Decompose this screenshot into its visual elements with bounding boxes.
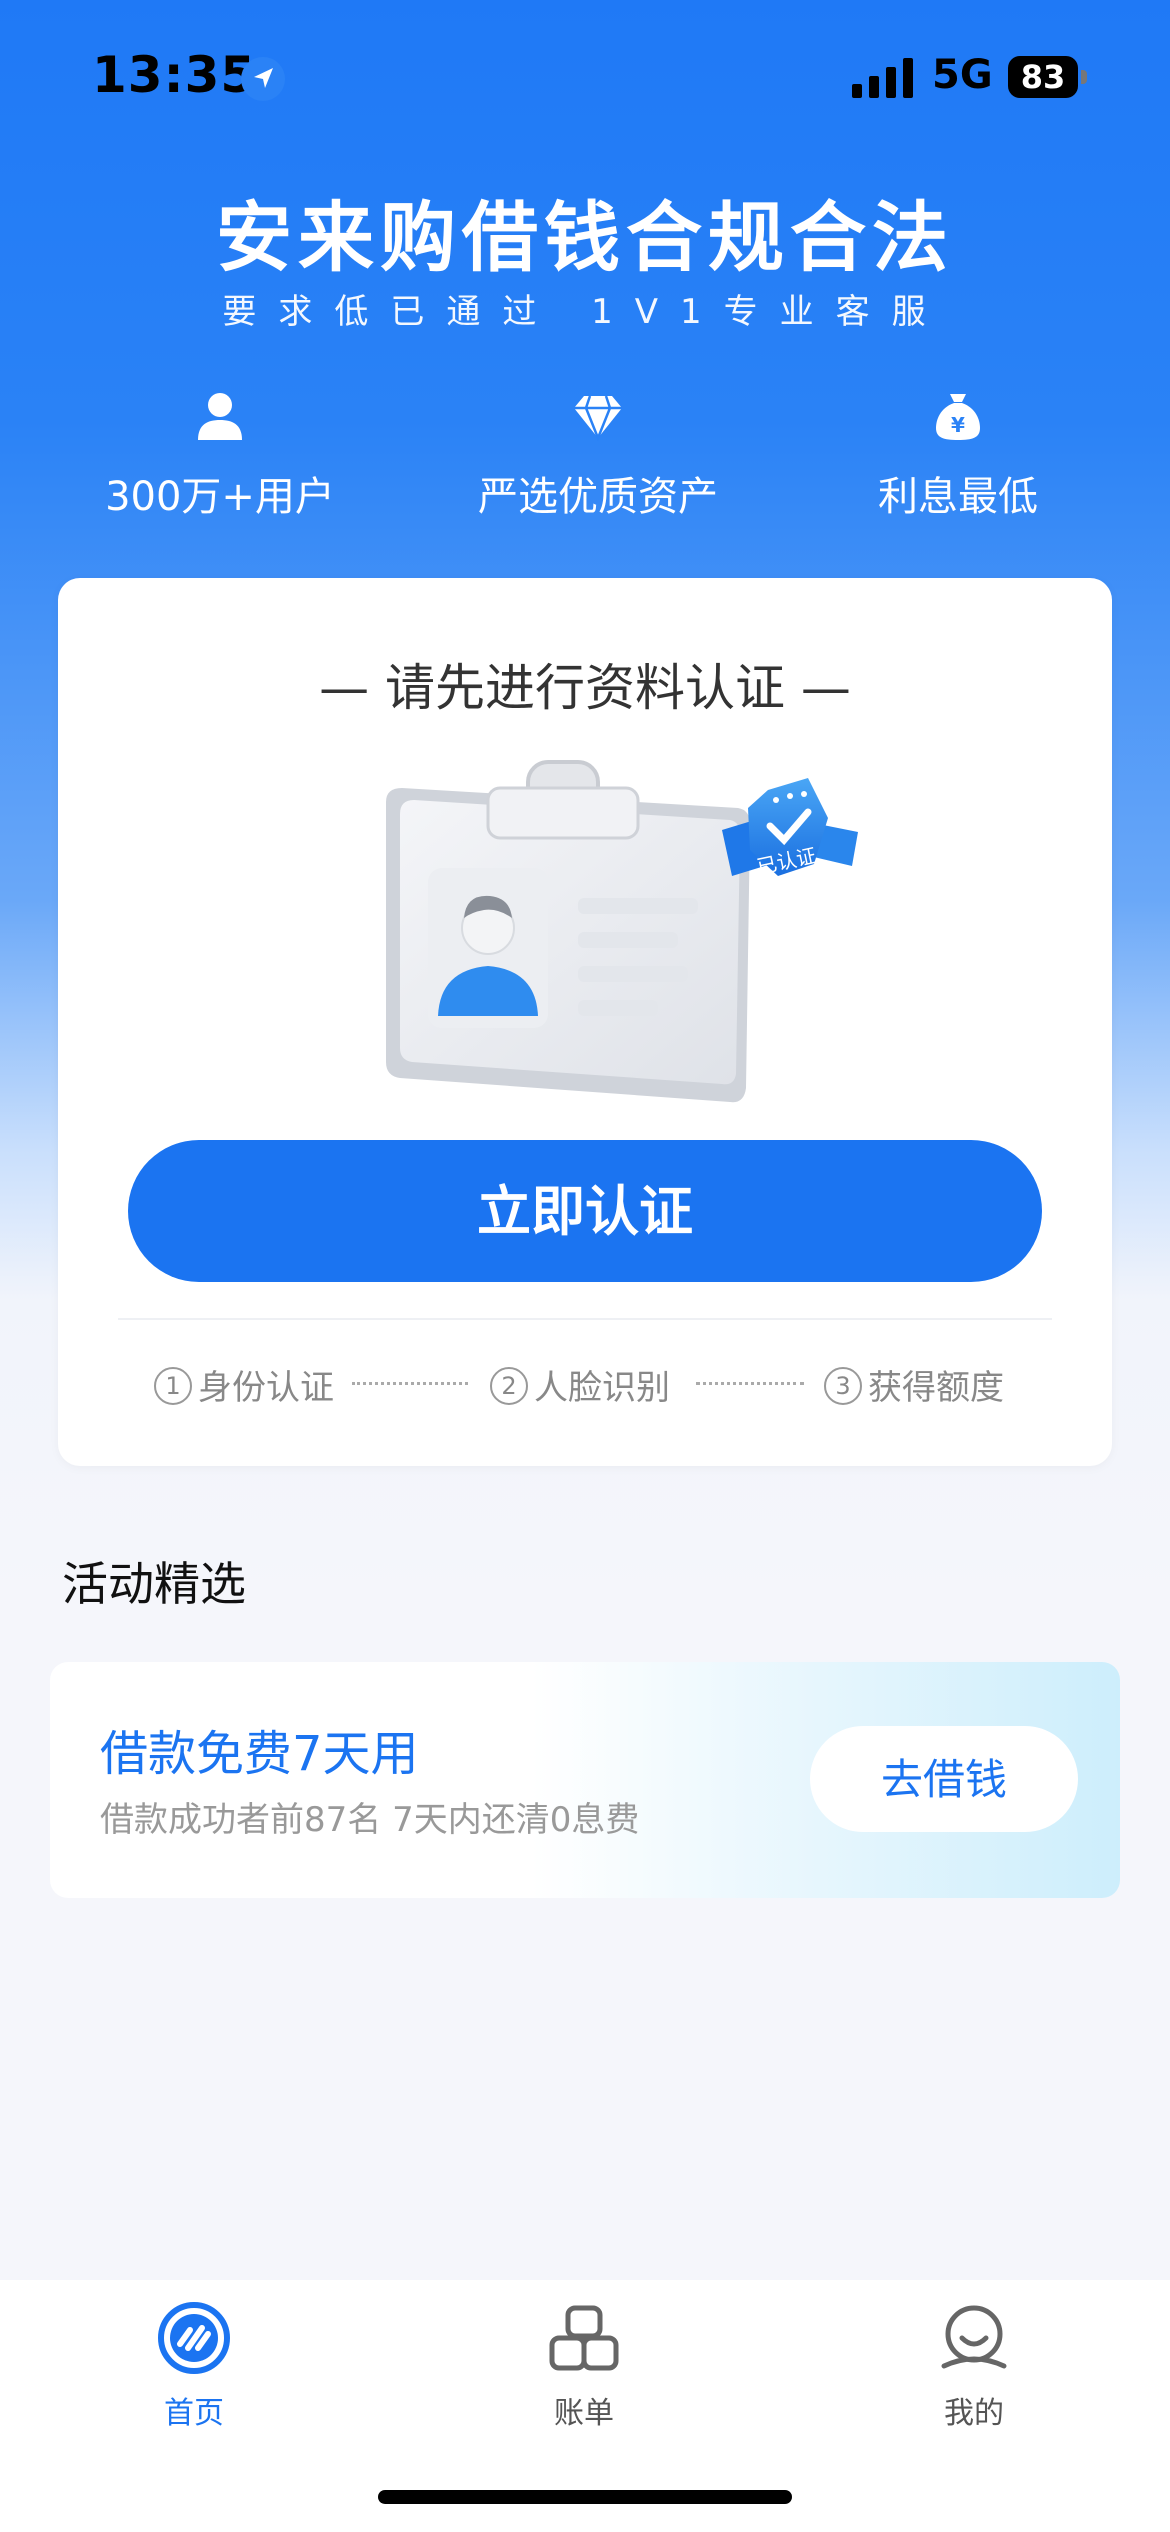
battery-icon: 83 [1008, 56, 1088, 98]
user-icon [198, 393, 242, 440]
money-bag-icon: ¥ [936, 394, 980, 440]
tab-bills[interactable]: 账单 [484, 2300, 684, 2432]
tab-label: 首页 [164, 2396, 224, 2431]
home-indicator [378, 2490, 792, 2504]
step-quota: 3 获得额度 [824, 1360, 1004, 1409]
step-label: 身份认证 [198, 1368, 334, 1408]
borrow-button[interactable]: 去借钱 [810, 1726, 1078, 1832]
step-face: 2 人脸识别 [490, 1360, 670, 1409]
feature-label: 利息最低 [878, 474, 1038, 520]
status-bar: 13:35 5G 83 [0, 0, 1170, 150]
step-label: 人脸识别 [534, 1368, 670, 1408]
feature-label: 300万+用户 [105, 474, 335, 520]
step-label: 获得额度 [868, 1368, 1004, 1408]
diamond-icon [574, 395, 622, 442]
home-icon [158, 2302, 230, 2374]
verification-steps: 1 身份认证 2 人脸识别 3 获得额度 [58, 1360, 1112, 1410]
step-connector [696, 1382, 804, 1385]
location-arrow-icon [241, 57, 285, 101]
tab-profile[interactable]: 我的 [874, 2300, 1074, 2432]
feature-interest: ¥ 利息最低 [778, 390, 1138, 522]
step-number: 2 [490, 1366, 528, 1405]
feature-row: 300万+用户 严选优质资产 ¥ 利息最低 [0, 390, 1170, 530]
feature-users: 300万+用户 [40, 390, 400, 522]
feature-assets: 严选优质资产 [418, 390, 778, 522]
card-divider [118, 1318, 1052, 1320]
tab-label: 我的 [944, 2396, 1004, 2431]
promo-subtitle: 借款成功者前87名 7天内还清0息费 [100, 1800, 640, 1840]
promo-title: 借款免费7天用 [100, 1726, 419, 1782]
feature-label: 严选优质资产 [478, 474, 718, 520]
profile-icon [941, 2305, 1007, 2369]
status-time: 13:35 [92, 46, 257, 104]
step-number: 1 [154, 1366, 192, 1405]
hero-subtitle: 要求低已通过 1V1专业客服 [222, 292, 948, 332]
battery-level: 83 [1008, 56, 1078, 98]
verify-now-button[interactable]: 立即认证 [128, 1140, 1042, 1282]
step-connector [352, 1382, 468, 1385]
hero-title: 安来购借钱合规合法 [216, 193, 954, 282]
tab-label: 账单 [554, 2396, 614, 2431]
auth-card-title: — 请先进行资料认证 — [319, 659, 851, 717]
tab-home[interactable]: 首页 [94, 2300, 294, 2432]
auth-card: — 请先进行资料认证 — 已认证 立即认证 1 身份认证 2 人脸识别 3 获得… [58, 578, 1112, 1466]
id-card-illustration: 已认证 [386, 760, 858, 1103]
step-identity: 1 身份认证 [154, 1360, 334, 1409]
network-type: 5G [932, 52, 993, 98]
step-number: 3 [824, 1366, 862, 1405]
activities-section-title: 活动精选 [62, 1557, 246, 1611]
promo-banner[interactable]: 借款免费7天用 借款成功者前87名 7天内还清0息费 去借钱 [50, 1662, 1120, 1898]
signal-icon [852, 58, 913, 98]
bills-icon [549, 2305, 619, 2371]
svg-text:¥: ¥ [951, 413, 965, 437]
